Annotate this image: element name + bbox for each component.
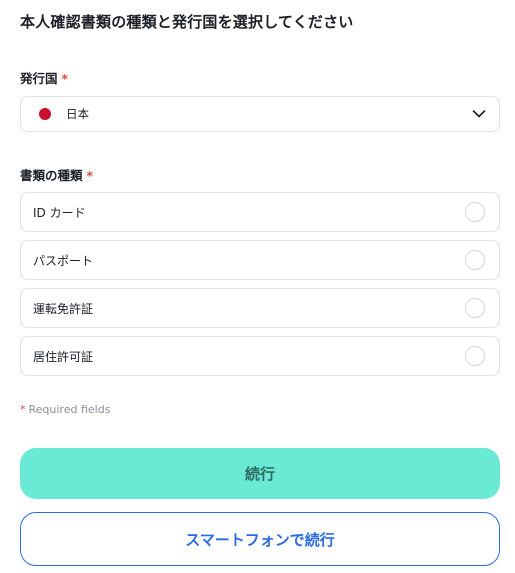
country-label-text: 発行国 [20,71,58,86]
document-field-label: 書類の種類 * [20,165,93,184]
document-option-passport[interactable]: パスポート [20,240,500,280]
radio-button[interactable] [465,250,485,270]
japan-flag-icon [39,108,51,120]
continue-button[interactable]: 続行 [20,448,500,499]
document-option-id-card[interactable]: ID カード [20,192,500,232]
document-option-residence-permit[interactable]: 居住許可証 [20,336,500,376]
option-label: パスポート [33,253,94,268]
required-fields-note: * Required fields [20,403,110,416]
required-fields-text: Required fields [28,403,111,416]
required-asterisk: * [86,168,94,183]
country-field-label: 発行国 * [20,68,68,87]
radio-button[interactable] [465,346,485,366]
chevron-down-icon [472,110,486,118]
required-asterisk: * [61,71,69,86]
document-option-drivers-license[interactable]: 運転免許証 [20,288,500,328]
continue-on-smartphone-button[interactable]: スマートフォンで続行 [20,512,500,566]
radio-button[interactable] [465,298,485,318]
identity-document-selection: 本人確認書類の種類と発行国を選択してください 発行国 * 日本 書類の種類 * ID… [0,0,515,573]
radio-button[interactable] [465,202,485,222]
option-label: 運転免許証 [33,301,94,316]
page-title: 本人確認書類の種類と発行国を選択してください [20,13,354,31]
option-label: 居住許可証 [33,349,94,364]
document-label-text: 書類の種類 [20,168,83,183]
country-select-value: 日本 [66,107,89,121]
country-select[interactable]: 日本 [20,96,500,132]
required-asterisk: * [20,403,26,416]
option-label: ID カード [33,205,86,220]
